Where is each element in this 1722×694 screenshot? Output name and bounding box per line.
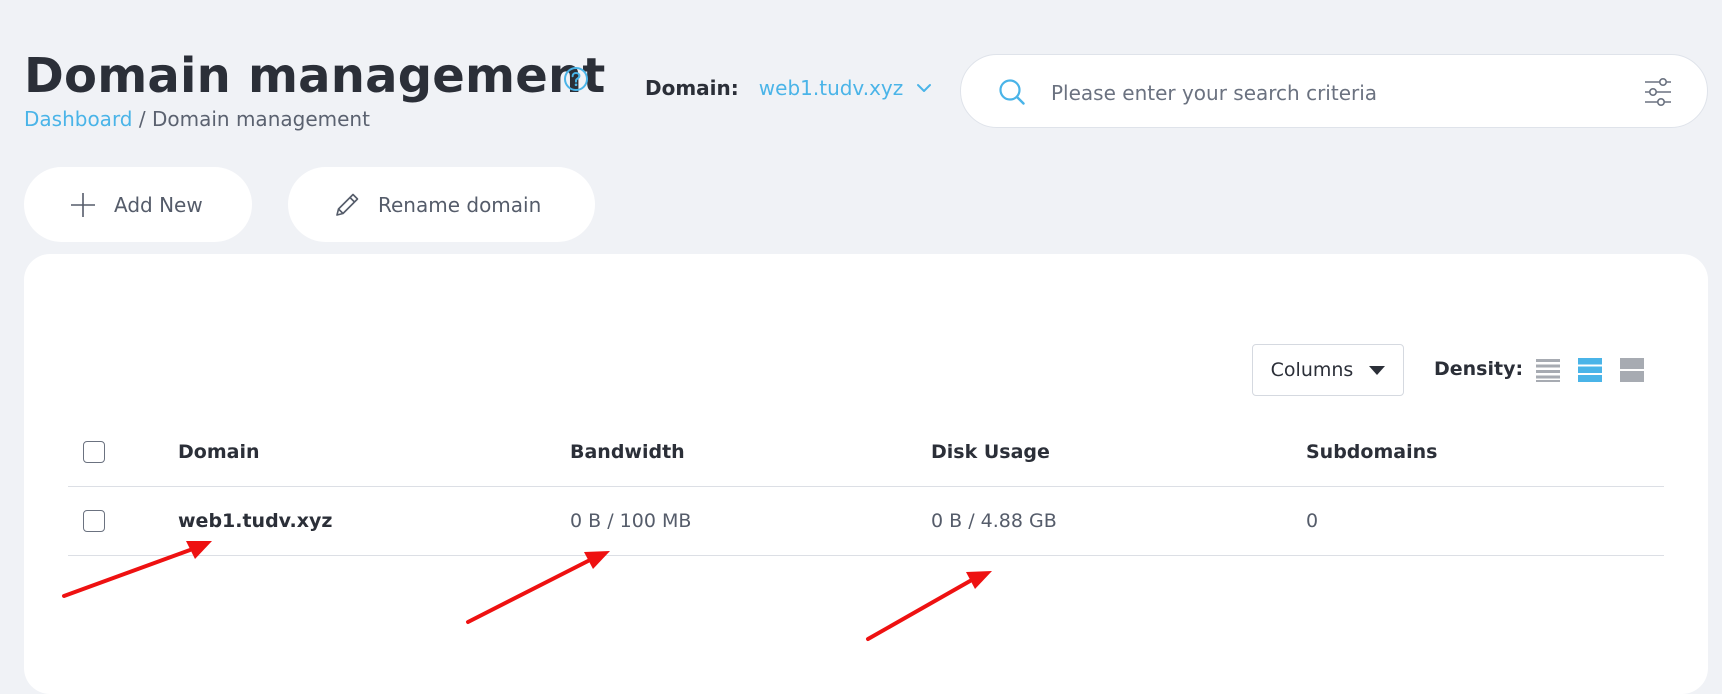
density-standard-icon[interactable] [1578, 358, 1602, 382]
breadcrumb: Dashboard / Domain management [24, 107, 370, 131]
columns-button-label: Columns [1270, 359, 1354, 381]
column-header-subdomains[interactable]: Subdomains [1306, 418, 1437, 486]
cell-disk-usage: 0 B / 4.88 GB [931, 510, 1057, 532]
select-all-checkbox[interactable] [83, 441, 105, 463]
breadcrumb-link-dashboard[interactable]: Dashboard [24, 107, 133, 131]
domain-selector-value[interactable]: web1.tudv.xyz [759, 76, 903, 100]
columns-button[interactable]: Columns [1252, 344, 1404, 396]
search-bar [960, 54, 1708, 128]
row-checkbox[interactable] [83, 510, 105, 532]
question-circle-icon[interactable] [563, 66, 589, 92]
plus-icon [71, 192, 95, 217]
column-header-bandwidth[interactable]: Bandwidth [570, 418, 685, 486]
search-icon[interactable] [997, 77, 1027, 107]
density-label: Density: [1434, 358, 1524, 380]
column-header-disk-usage[interactable]: Disk Usage [931, 418, 1050, 486]
table-row[interactable]: web1.tudv.xyz 0 B / 100 MB 0 B / 4.88 GB… [68, 487, 1664, 556]
breadcrumb-separator: / [138, 107, 146, 131]
pencil-icon [336, 193, 359, 216]
table-header-row: Domain Bandwidth Disk Usage Subdomains [68, 418, 1664, 487]
cell-domain[interactable]: web1.tudv.xyz [178, 487, 332, 555]
domain-selector[interactable]: Domain: web1.tudv.xyz [645, 76, 933, 100]
chevron-down-icon[interactable] [915, 79, 933, 97]
breadcrumb-current: Domain management [151, 107, 370, 131]
search-input[interactable] [1049, 73, 1613, 113]
cell-subdomains: 0 [1306, 510, 1319, 532]
density-compact-icon[interactable] [1536, 358, 1560, 382]
rename-domain-button[interactable]: Rename domain [288, 167, 595, 242]
column-header-domain[interactable]: Domain [178, 418, 259, 486]
density-comfortable-icon[interactable] [1620, 358, 1644, 382]
sliders-icon[interactable] [1641, 75, 1675, 109]
domain-table-card: Columns Density: Domain Bandwidth Disk U… [24, 254, 1708, 694]
domain-selector-label: Domain: [645, 76, 739, 100]
add-new-label: Add New [114, 192, 203, 217]
rename-domain-label: Rename domain [378, 192, 542, 217]
page-title: Domain management [24, 48, 606, 104]
cell-bandwidth: 0 B / 100 MB [570, 510, 692, 532]
caret-down-icon [1369, 365, 1386, 375]
domain-table: Domain Bandwidth Disk Usage Subdomains w… [68, 418, 1664, 556]
add-new-button[interactable]: Add New [24, 167, 252, 242]
